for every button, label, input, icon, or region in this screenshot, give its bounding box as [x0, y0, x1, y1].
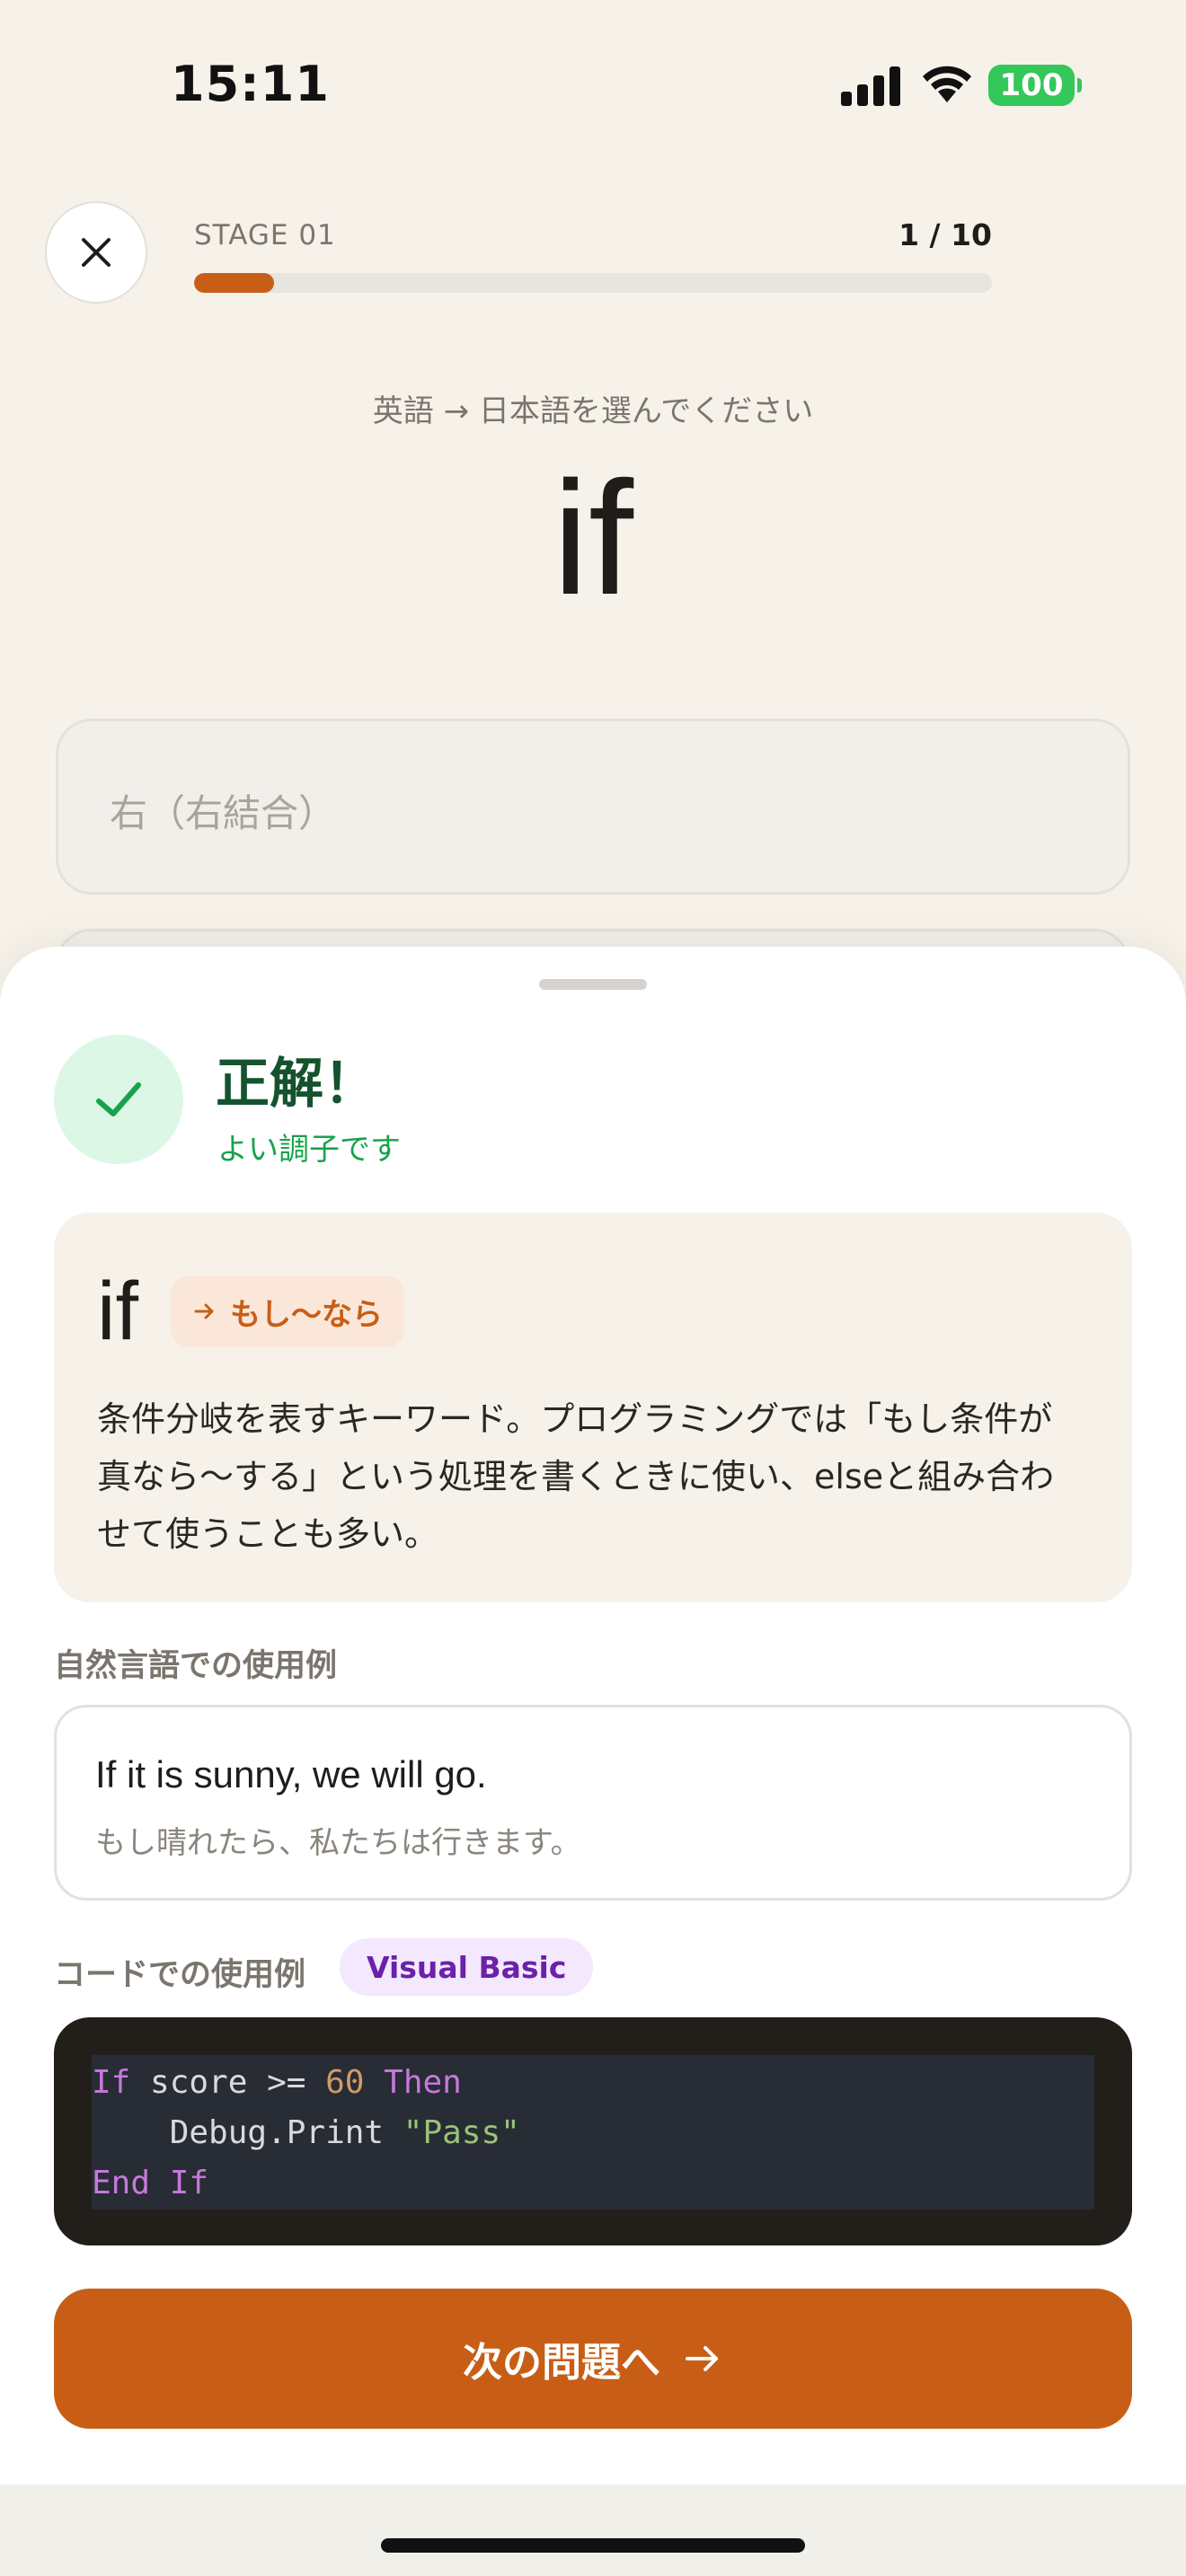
battery-indicator: 100 — [988, 65, 1082, 106]
stage-label: STAGE 01 — [194, 219, 336, 251]
home-indicator-area — [0, 2484, 1186, 2576]
code-token: Then — [384, 2064, 462, 2101]
close-button[interactable] — [45, 201, 147, 304]
next-question-label: 次の問題へ — [463, 2340, 660, 2386]
meaning-badge: もし〜なら — [171, 1275, 404, 1347]
home-indicator[interactable] — [381, 2538, 805, 2553]
progress-bar-fill — [194, 273, 274, 293]
code-line: Debug.Print "Pass" — [92, 2114, 520, 2151]
result-subtitle: よい調子です — [217, 1132, 401, 1168]
question-prompt: 英語 → 日本語を選んでください — [372, 393, 814, 429]
code-token: "Pass" — [403, 2114, 520, 2151]
cellular-signal-icon — [841, 65, 902, 106]
code-token: score >= — [130, 2064, 326, 2101]
example-english: If it is sunny, we will go. — [95, 1753, 487, 1795]
natural-example-card — [54, 1705, 1132, 1901]
natural-example-label: 自然言語での使用例 — [54, 1648, 338, 1684]
code-example-label: コードでの使用例 — [54, 1957, 306, 1993]
code-token: 60 — [325, 2064, 365, 2101]
arrow-right-icon — [194, 1303, 214, 1319]
correct-badge — [54, 1035, 183, 1164]
definition-word: if — [97, 1266, 138, 1357]
code-token: Debug.Print — [92, 2114, 403, 2151]
check-icon — [96, 1082, 141, 1116]
sheet-grabber[interactable] — [539, 979, 647, 990]
code-token: If — [169, 2165, 209, 2201]
code-token: End — [92, 2165, 151, 2201]
next-question-button[interactable]: 次の問題へ — [54, 2289, 1132, 2429]
code-token: If — [92, 2064, 131, 2101]
progress-bar — [194, 273, 992, 293]
language-badge: Visual Basic — [340, 1938, 594, 1996]
wifi-icon — [923, 66, 971, 102]
result-title: 正解！ — [216, 1053, 377, 1116]
meaning-text: もし〜なら — [230, 1296, 383, 1333]
question-word: if — [553, 448, 633, 629]
close-icon — [82, 238, 111, 267]
example-japanese: もし晴れたら、私たちは行きます。 — [95, 1825, 581, 1861]
code-line: End If — [92, 2165, 208, 2201]
code-line: If score >= 60 Then — [92, 2064, 462, 2101]
arrow-right-icon — [686, 2346, 718, 2371]
answer-option-label: 右（右結合） — [110, 791, 337, 835]
progress-count: 1 / 10 — [898, 217, 992, 252]
definition-description: 条件分岐を表すキーワード。プログラミングでは「もし条件が真なら〜する」という処理… — [97, 1399, 1055, 1554]
status-time: 15:11 — [171, 56, 330, 112]
